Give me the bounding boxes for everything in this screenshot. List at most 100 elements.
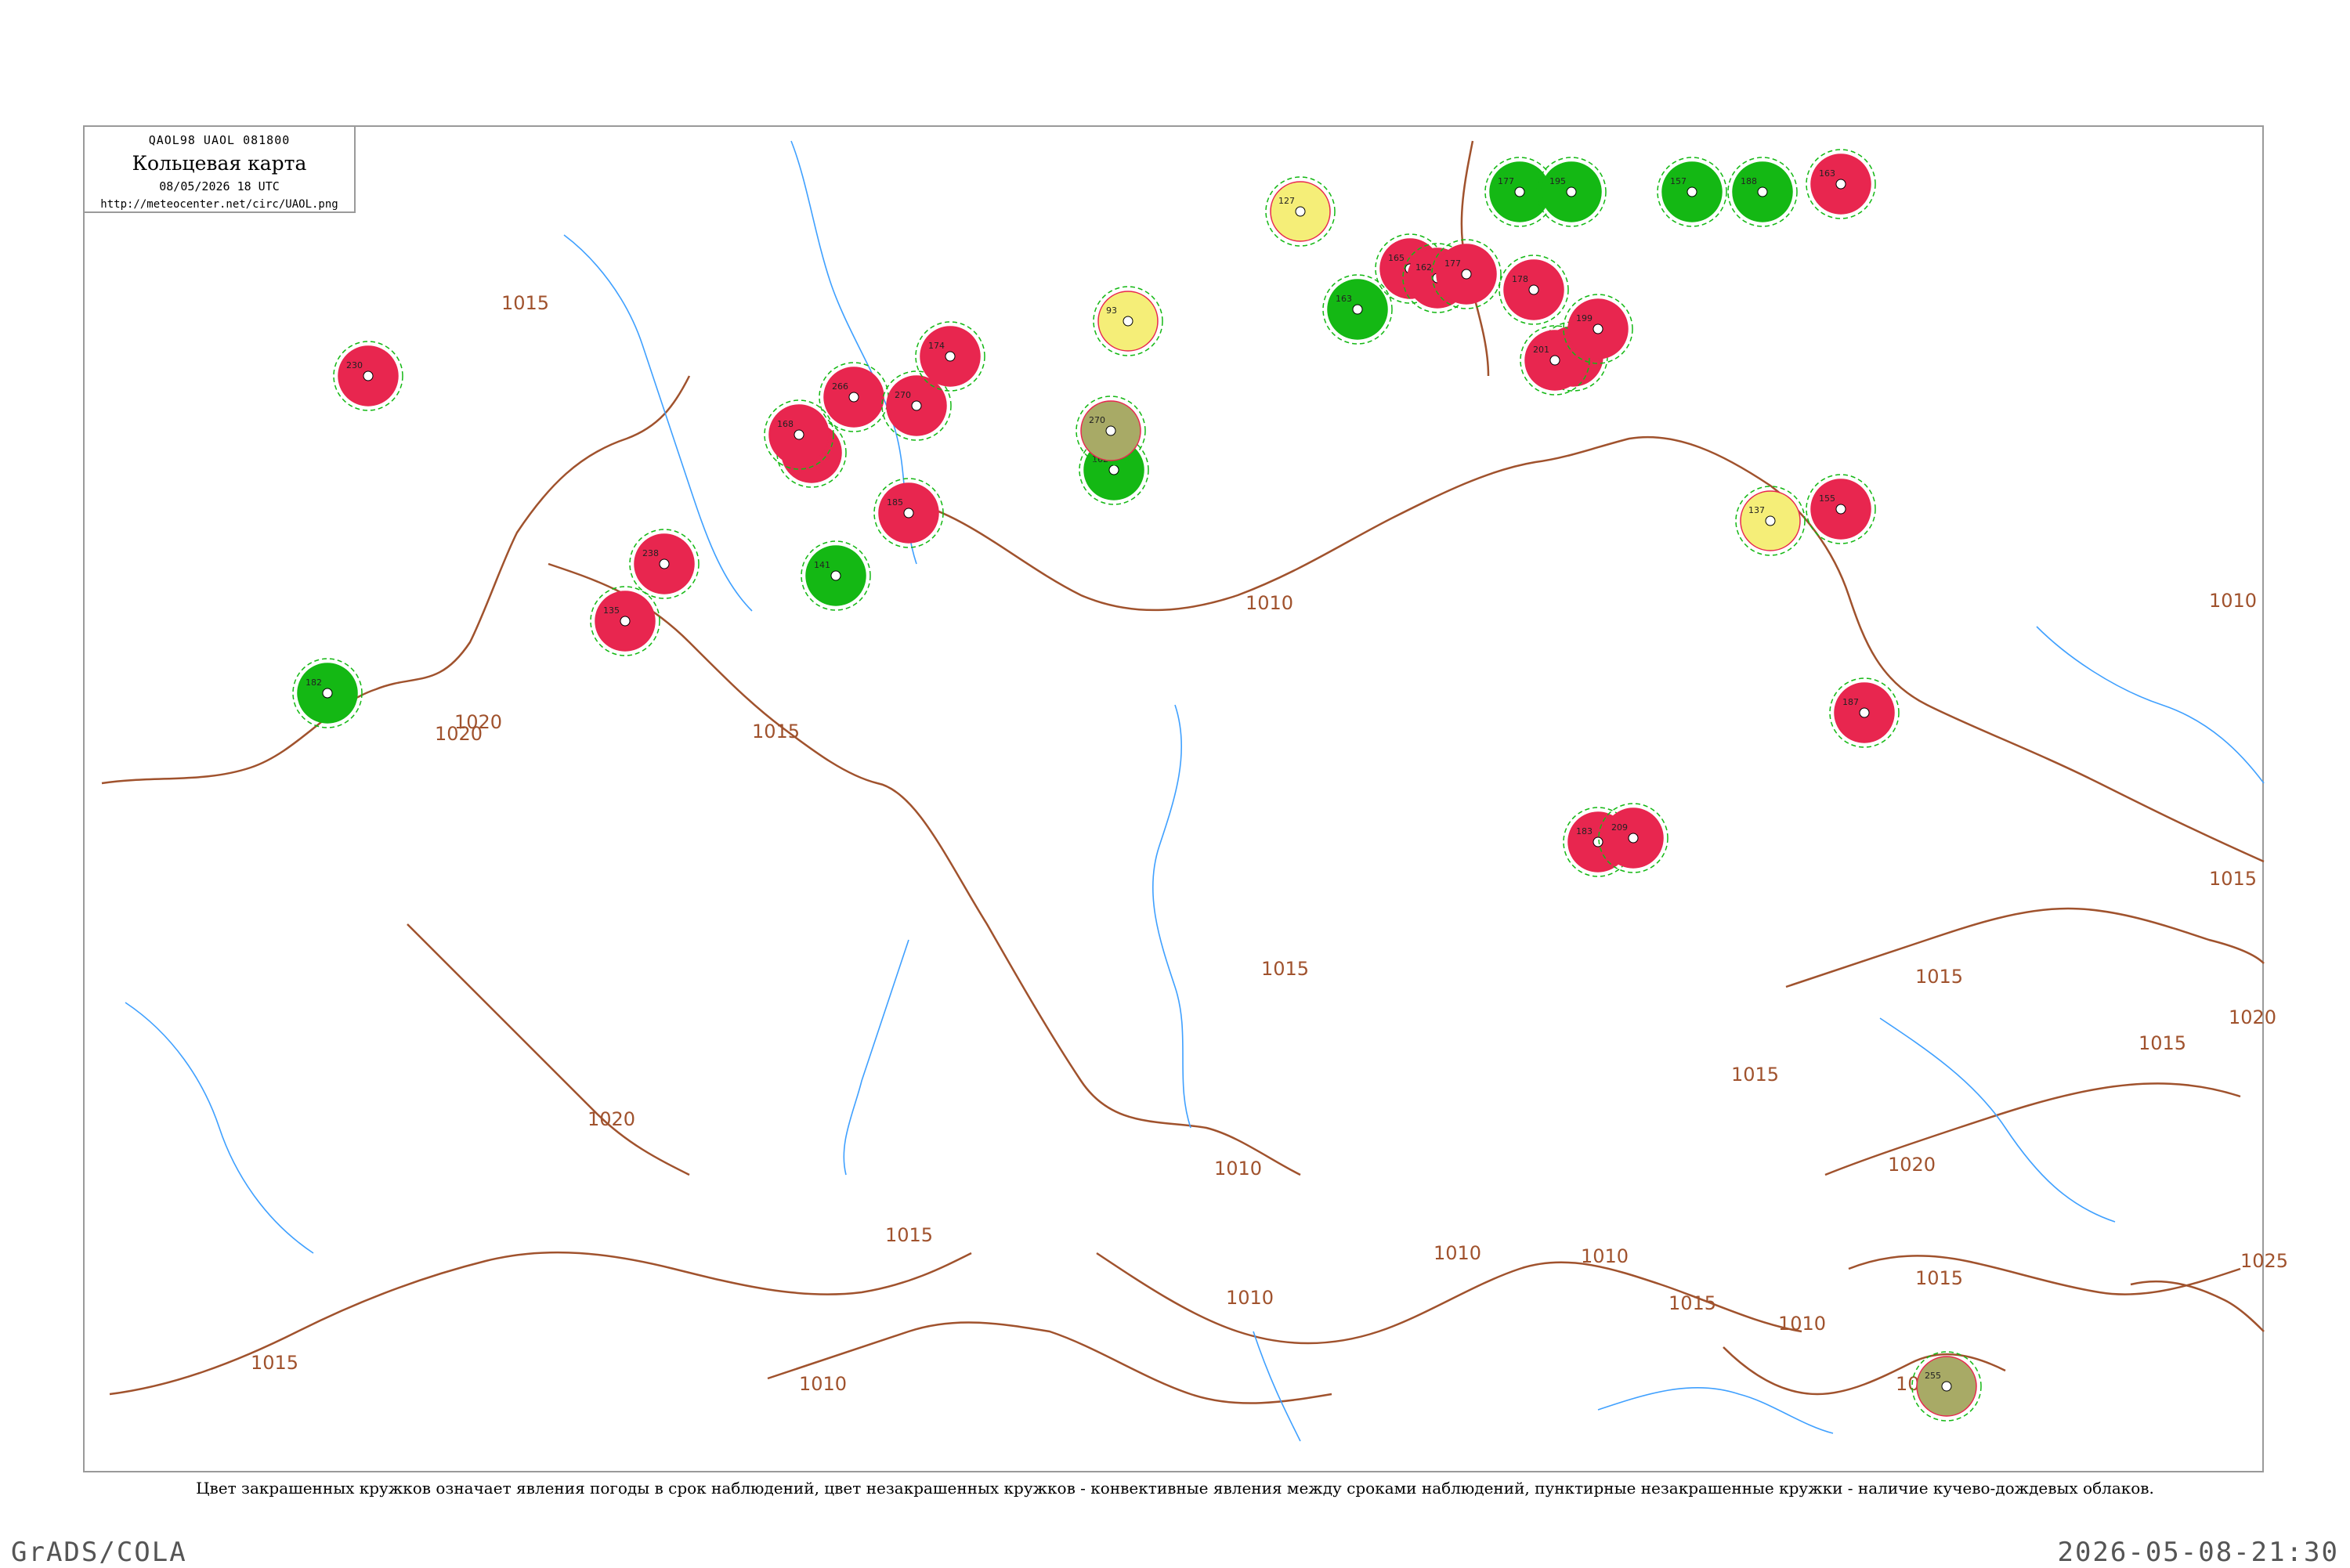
station-pressure: 182 bbox=[306, 677, 322, 688]
station-pressure: 137 bbox=[1748, 505, 1765, 515]
station-pressure: 177 bbox=[1498, 176, 1514, 186]
isobar-label: 1015 bbox=[2138, 1032, 2186, 1054]
station-pressure: 270 bbox=[1089, 415, 1105, 425]
station-dot-icon bbox=[1528, 284, 1539, 295]
station-dot-icon bbox=[1108, 464, 1119, 475]
station-marker-thunder[interactable]: 209 bbox=[1598, 803, 1668, 873]
station-pressure: 177 bbox=[1444, 258, 1461, 269]
station-dot-icon bbox=[322, 688, 333, 699]
river bbox=[843, 939, 909, 1176]
map-title-box: QAOL98 UAOL 081800 Кольцевая карта 08/05… bbox=[83, 125, 356, 213]
isobar-line bbox=[2130, 1280, 2265, 1332]
station-marker-rain[interactable]: 195 bbox=[1536, 157, 1607, 227]
isobar-label: 1015 bbox=[1668, 1292, 1716, 1314]
footer-software: GrADS/COLA bbox=[11, 1537, 187, 1568]
isobar-label: 1015 bbox=[752, 721, 800, 742]
station-marker-thunder[interactable]: 230 bbox=[333, 341, 403, 411]
station-dot-icon bbox=[1941, 1381, 1952, 1392]
station-marker-dust[interactable]: 270 bbox=[1076, 396, 1146, 466]
station-marker-thunder[interactable]: 266 bbox=[819, 362, 889, 432]
station-marker-thunder[interactable]: 185 bbox=[873, 478, 944, 548]
station-pressure: 183 bbox=[1576, 826, 1593, 836]
station-pressure: 93 bbox=[1106, 305, 1117, 316]
isobar-line bbox=[1785, 907, 2265, 988]
isobar-label: 1020 bbox=[435, 723, 483, 745]
isobars bbox=[101, 140, 2265, 1404]
station-pressure: 230 bbox=[346, 360, 363, 370]
isobar-label: 1020 bbox=[588, 1108, 635, 1130]
station-marker-thunder[interactable]: 168 bbox=[764, 399, 834, 470]
station-dot-icon bbox=[1514, 186, 1525, 197]
isobar-label: 1010 bbox=[1434, 1242, 1481, 1264]
station-dot-icon bbox=[848, 392, 859, 403]
station-dot-icon bbox=[1859, 707, 1870, 718]
isobar-label: 1020 bbox=[1888, 1154, 1936, 1176]
station-dot-icon bbox=[1835, 179, 1846, 190]
station-pressure: 141 bbox=[814, 560, 830, 570]
station-pressure: 163 bbox=[1336, 294, 1352, 304]
station-marker-thunder[interactable]: 174 bbox=[915, 321, 985, 392]
station-marker-thunder[interactable]: 199 bbox=[1563, 294, 1633, 364]
station-dot-icon bbox=[363, 370, 374, 381]
station-marker-thunder[interactable]: 163 bbox=[1806, 149, 1876, 219]
isobar-line bbox=[908, 435, 2265, 863]
station-marker-dust[interactable]: 255 bbox=[1911, 1351, 1982, 1422]
isobar-label: 1010 bbox=[1581, 1245, 1629, 1267]
station-pressure: 178 bbox=[1512, 274, 1528, 284]
river bbox=[1152, 704, 1191, 1129]
station-pressure: 163 bbox=[1819, 168, 1835, 179]
station-pressure: 135 bbox=[603, 605, 620, 616]
weather-map: 1015 1015 1015 1010 1010 1020 1015 1010 1010 1015… bbox=[101, 140, 2288, 1442]
station-marker-thunder[interactable]: 177 bbox=[1431, 239, 1502, 309]
station-pressure: 255 bbox=[1925, 1371, 1941, 1381]
station-marker-thunder[interactable]: 135 bbox=[590, 586, 660, 656]
isobar-label: 1015 bbox=[885, 1224, 933, 1246]
station-marker-rain[interactable]: 163 bbox=[1322, 274, 1393, 345]
station-dot-icon bbox=[1352, 304, 1363, 315]
station-pressure: 185 bbox=[887, 497, 903, 508]
station-pressure: 157 bbox=[1670, 176, 1687, 186]
station-dot-icon bbox=[1461, 269, 1472, 280]
station-marker-thunder[interactable]: 238 bbox=[629, 529, 700, 599]
station-dot-icon bbox=[1765, 515, 1776, 526]
rivers bbox=[125, 140, 2265, 1442]
river bbox=[1253, 1331, 1301, 1442]
map-url: http://meteocenter.net/circ/UAOL.png bbox=[100, 198, 338, 211]
station-marker-rain[interactable]: 141 bbox=[801, 540, 871, 611]
isobar-label: 1015 bbox=[2209, 868, 2257, 890]
station-dot-icon bbox=[1835, 504, 1846, 515]
isobar-line bbox=[1848, 1255, 2241, 1295]
station-pressure: 195 bbox=[1549, 176, 1566, 186]
river bbox=[125, 1002, 314, 1254]
legend-caption: Цвет закрашенных кружков означает явлени… bbox=[196, 1479, 2154, 1498]
isobar-label: 1015 bbox=[1261, 958, 1309, 980]
station-pressure: 127 bbox=[1278, 196, 1295, 206]
station-marker-rain[interactable]: 188 bbox=[1727, 157, 1798, 227]
station-pressure: 209 bbox=[1611, 822, 1628, 833]
station-marker-rain[interactable]: 157 bbox=[1657, 157, 1727, 227]
station-marker-haze[interactable]: 137 bbox=[1735, 486, 1806, 556]
station-marker-haze[interactable]: 93 bbox=[1093, 286, 1163, 356]
map-datetime: 08/05/2026 18 UTC bbox=[159, 179, 280, 193]
station-dot-icon bbox=[620, 616, 631, 627]
station-marker-rain[interactable]: 182 bbox=[292, 658, 363, 728]
river bbox=[2036, 626, 2265, 784]
station-pressure: 270 bbox=[895, 390, 911, 400]
station-dot-icon bbox=[1123, 316, 1133, 327]
station-pressure: 188 bbox=[1741, 176, 1757, 186]
station-dot-icon bbox=[1105, 425, 1116, 436]
station-pressure: 174 bbox=[928, 341, 945, 351]
isobar-label: 1020 bbox=[2229, 1006, 2276, 1028]
station-dot-icon bbox=[945, 351, 956, 362]
station-marker-thunder[interactable]: 178 bbox=[1499, 255, 1569, 325]
isobar-labels: 1015 1015 1015 1010 1010 1020 1015 1010 1010 1015… bbox=[251, 292, 2288, 1395]
station-marker-thunder[interactable]: 187 bbox=[1829, 677, 1900, 748]
station-pressure: 187 bbox=[1842, 697, 1859, 707]
station-dot-icon bbox=[1757, 186, 1768, 197]
station-pressure: 162 bbox=[1415, 262, 1432, 273]
station-marker-haze[interactable]: 127 bbox=[1265, 176, 1336, 247]
station-marker-thunder[interactable]: 155 bbox=[1806, 474, 1876, 544]
station-pressure: 266 bbox=[832, 381, 848, 392]
station-dot-icon bbox=[794, 429, 804, 440]
station-dot-icon bbox=[830, 570, 841, 581]
